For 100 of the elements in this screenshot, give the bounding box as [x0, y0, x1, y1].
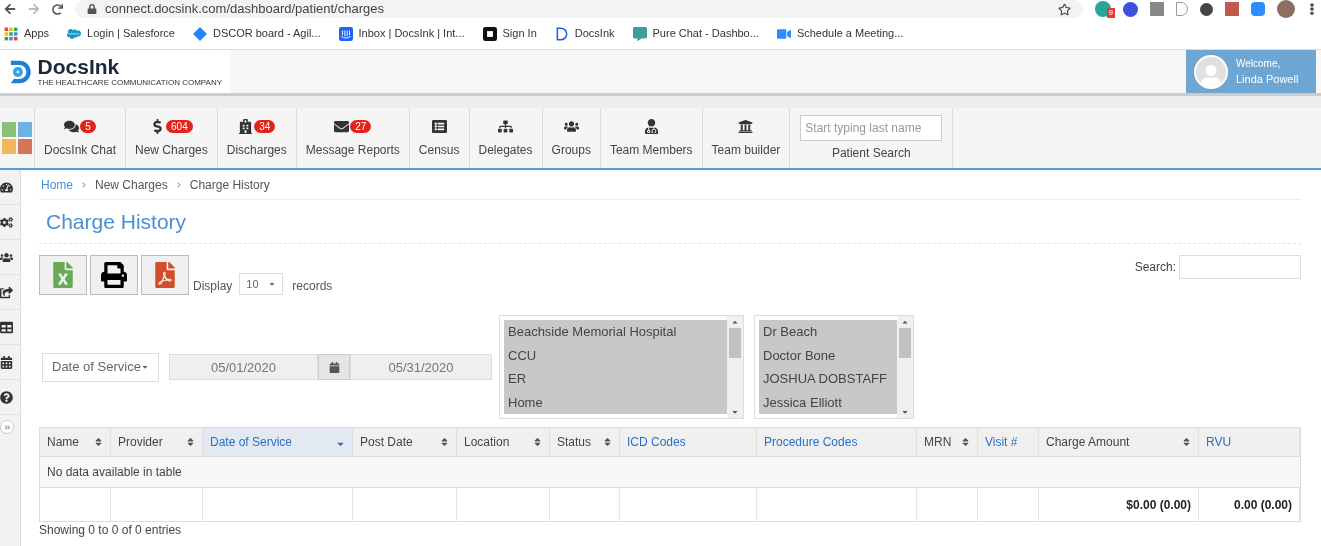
d-letter-icon	[554, 26, 569, 41]
extension-icon[interactable]	[1095, 1, 1111, 17]
extension-badge: 9	[1106, 8, 1115, 18]
extension-icon[interactable]	[1123, 1, 1138, 17]
date-type-select[interactable]: Date of Service	[42, 352, 159, 382]
column-header[interactable]: Procedure Codes	[757, 428, 917, 456]
help-icon[interactable]	[0, 390, 13, 404]
back-icon[interactable]	[4, 3, 16, 15]
menu-icon[interactable]	[1307, 3, 1317, 15]
start-date-field[interactable]: 05/01/2020	[169, 354, 318, 380]
list-option[interactable]: Doctor Bone	[759, 343, 897, 367]
calendar-icon	[328, 361, 340, 373]
list-option[interactable]: CCU	[504, 343, 727, 367]
scrollbar-thumb[interactable]	[899, 328, 911, 358]
bookmark-star-icon[interactable]	[1058, 2, 1071, 16]
share-icon[interactable]	[0, 285, 13, 299]
column-header[interactable]: Name	[40, 428, 111, 456]
bookmark-item[interactable]: Inbox | DocsInk | Int...	[338, 25, 465, 42]
end-date-field[interactable]: 05/31/2020	[350, 354, 492, 380]
nav-label: Delegates	[478, 142, 533, 159]
sort-icon	[603, 437, 612, 447]
column-header[interactable]: Date of Service	[203, 428, 353, 456]
column-header[interactable]: ICD Codes	[620, 428, 757, 456]
dashboard-icon[interactable]	[0, 180, 13, 194]
list-option[interactable]: Home	[504, 390, 727, 414]
bookmark-item[interactable]: Schedule a Meeting...	[776, 25, 904, 42]
nav-tab[interactable]: Team Members	[600, 108, 703, 168]
calendar-icon[interactable]	[0, 355, 13, 369]
list-icon	[431, 118, 447, 134]
gears-icon[interactable]	[0, 215, 13, 229]
calendar-button[interactable]	[318, 354, 350, 380]
bank-icon	[738, 118, 754, 134]
nav-tab[interactable]: 604 New Charges	[126, 108, 218, 168]
group-icon[interactable]	[0, 250, 13, 264]
count-badge: 604	[166, 119, 193, 133]
bookmark-item[interactable]: Sign In	[482, 25, 537, 42]
count-badge: 34	[254, 119, 276, 133]
nav-tab[interactable]: Groups	[542, 108, 601, 168]
app-grid-icon[interactable]	[0, 108, 35, 168]
chevron-icon	[175, 181, 182, 188]
lock-icon	[87, 4, 97, 14]
video-camera-icon	[776, 26, 791, 41]
table-icon[interactable]	[0, 320, 13, 334]
scrollbar-thumb[interactable]	[729, 328, 741, 358]
nav-tab[interactable]: Census	[409, 108, 470, 168]
nav-tab[interactable]: Delegates	[469, 108, 543, 168]
extension-icon[interactable]	[1200, 2, 1213, 16]
chat-icon	[632, 26, 647, 41]
total-cell-text: $0.00 (0.00)	[1126, 496, 1191, 514]
user-avatar	[1194, 54, 1228, 89]
hospital-icon	[238, 118, 254, 134]
pdf-icon	[154, 262, 176, 288]
column-header[interactable]: Post Date	[353, 428, 457, 456]
search-field[interactable]	[1179, 255, 1301, 279]
scroll-down-icon	[731, 408, 739, 416]
list-option[interactable]: Dr Beach	[759, 320, 897, 344]
list-option[interactable]: ER	[504, 367, 727, 391]
cloud-icon	[67, 26, 82, 41]
sort-icon	[961, 437, 970, 447]
group-icon	[563, 118, 579, 134]
caret-icon	[268, 280, 277, 288]
column-header[interactable]: RVU	[1199, 428, 1300, 456]
patient-search-field[interactable]: Start typing last name	[800, 114, 943, 141]
column-header[interactable]: MRN	[917, 428, 978, 456]
nav-label: Groups	[551, 142, 591, 159]
print-button[interactable]	[90, 255, 138, 295]
list-option[interactable]: JOSHUA DOBSTAFF	[759, 367, 897, 391]
list-option[interactable]: Jessica Elliott	[759, 390, 897, 414]
nav-tab[interactable]: 27 Message Reports	[296, 108, 410, 168]
records-select[interactable]: 10	[239, 273, 284, 295]
column-header[interactable]: Location	[457, 428, 550, 456]
apps-grid-icon	[4, 26, 18, 41]
list-option[interactable]: Beachside Memorial Hospital	[504, 320, 727, 344]
column-header[interactable]: Charge Amount	[1039, 428, 1199, 456]
empty-table-message: No data available in table	[47, 464, 182, 481]
multi-select-list[interactable]: Beachside Memorial Hospital CCU ER Home	[499, 315, 744, 419]
nav-label: Team builder	[711, 142, 781, 159]
bookmark-item[interactable]: DSCOR board - Agil...	[192, 25, 321, 42]
column-header[interactable]: Status	[550, 428, 620, 456]
pdf-export-button[interactable]	[141, 255, 189, 295]
scrollbar[interactable]	[897, 316, 913, 418]
bookmark-item[interactable]: Login | Salesforce	[67, 25, 175, 42]
bookmark-item[interactable]: Apps	[4, 25, 50, 42]
bookmark-item[interactable]: DocsInk	[554, 25, 615, 42]
profile-avatar[interactable]	[1277, 0, 1295, 18]
nav-label: Team Members	[609, 142, 693, 159]
address-bar[interactable]: connect.docsink.com/dashboard/patient/charges	[75, 0, 1083, 18]
nav-tab[interactable]: 34 Discharges	[217, 108, 297, 168]
multi-select-list[interactable]: Dr Beach Doctor Bone JOSHUA DOBSTAFF Jessica Elliott	[754, 315, 914, 419]
reload-icon[interactable]	[52, 3, 63, 15]
column-header[interactable]: Visit #	[978, 428, 1039, 456]
bookmark-item[interactable]: Pure Chat - Dashbo...	[632, 25, 759, 42]
scrollbar[interactable]	[727, 316, 743, 418]
nav-tab[interactable]: 5 DocsInk Chat	[35, 108, 127, 168]
nav-tab[interactable]: Team builder	[702, 108, 791, 168]
user-name: Linda Powell	[1236, 71, 1299, 87]
inbox-icon	[338, 26, 353, 41]
records-label: records	[292, 278, 333, 295]
logo-tagline: THE HEALTHCARE COMMUNICATION COMPANY	[37, 78, 222, 87]
sort-icon	[440, 437, 449, 447]
